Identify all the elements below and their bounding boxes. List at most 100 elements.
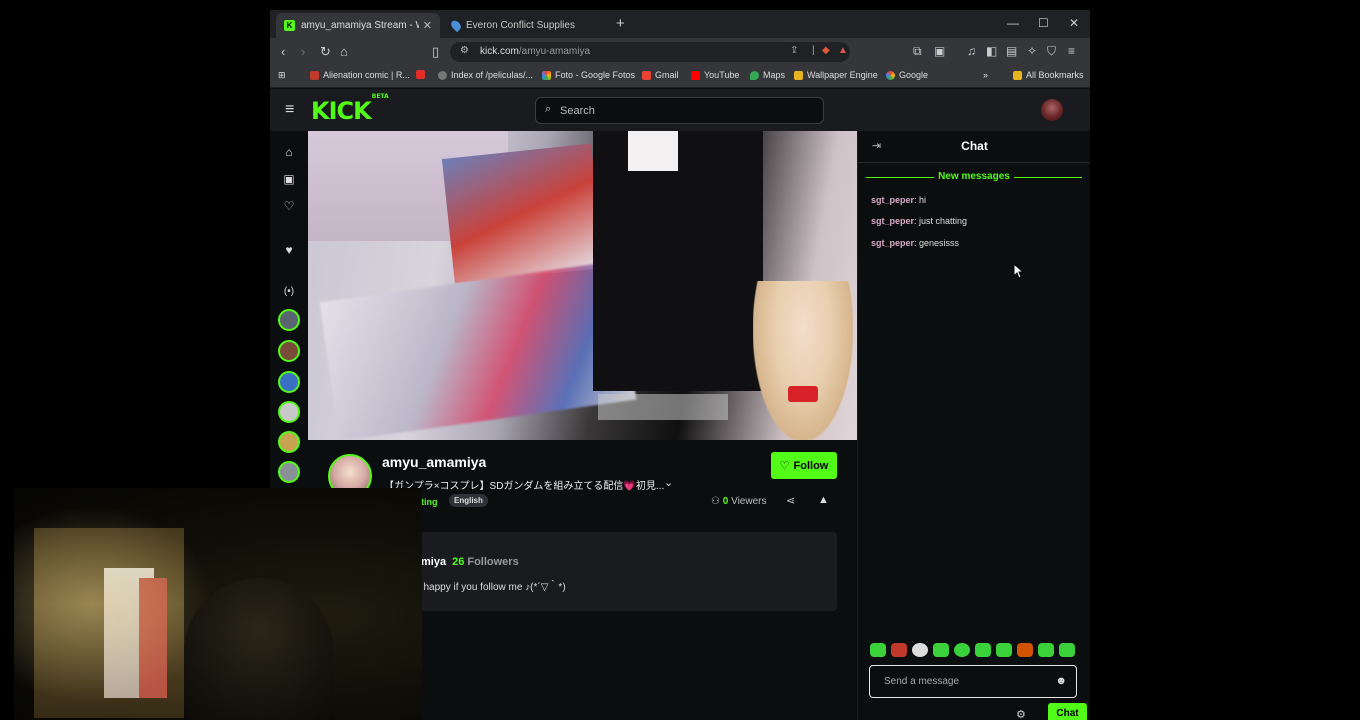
- apps-icon[interactable]: ⊞: [278, 70, 286, 81]
- video-frame-content: [593, 131, 763, 391]
- chat-text: hi: [919, 195, 927, 205]
- chat-settings-icon[interactable]: ⚙: [1016, 708, 1026, 720]
- emote-icon[interactable]: [954, 643, 970, 657]
- chat-message: sgt_peper: just chatting: [871, 216, 968, 226]
- home-icon[interactable]: ⌂: [282, 145, 296, 159]
- tab-kick-stream[interactable]: K amyu_amamiya Stream - Wat ✕: [276, 13, 440, 38]
- home-icon[interactable]: ⌂: [340, 44, 348, 59]
- kick-logo[interactable]: KICKBETA: [311, 93, 389, 125]
- video-frame-content: [319, 260, 637, 440]
- minimize-icon[interactable]: —: [1007, 16, 1019, 30]
- emote-icon[interactable]: [975, 643, 991, 657]
- leo-icon[interactable]: ✧: [1027, 44, 1037, 58]
- emoji-icon[interactable]: ☻: [1055, 675, 1067, 687]
- report-icon[interactable]: ▲: [818, 494, 829, 506]
- bookmark-index-peliculas[interactable]: Index of /peliculas/...: [438, 70, 533, 80]
- emote-icon[interactable]: [1059, 643, 1075, 657]
- reload-icon[interactable]: ↻: [320, 44, 331, 60]
- bookmark-label: All Bookmarks: [1026, 70, 1084, 80]
- folder-icon: [794, 70, 803, 80]
- following-icon[interactable]: ♡: [282, 199, 296, 213]
- address-bar[interactable]: ⚙ kick.com/amyu-amamiya ⇪ | ◆ ▲: [450, 42, 850, 62]
- map-pin-favicon-icon: [449, 18, 463, 33]
- live-broadcast-icon: (•): [283, 286, 295, 297]
- share-page-icon[interactable]: ⇪: [790, 45, 798, 56]
- language-tag[interactable]: English: [449, 494, 488, 507]
- chat-title: Chat: [961, 139, 988, 153]
- channel-name[interactable]: amyu_amamiya: [382, 454, 486, 470]
- site-info-icon[interactable]: ⚙: [460, 45, 469, 56]
- tab-search-icon[interactable]: ▣: [934, 44, 945, 58]
- emote-icon[interactable]: [912, 643, 928, 657]
- bookmark-google-fotos[interactable]: Foto - Google Fotos: [542, 70, 635, 80]
- bookmark-alienation[interactable]: Alienation comic | R...: [310, 70, 410, 80]
- bookmark-gmail[interactable]: Gmail: [642, 70, 679, 80]
- bookmark-maps[interactable]: Maps: [750, 70, 785, 80]
- webcam-person: [184, 578, 334, 720]
- followed-channels-icon[interactable]: ♥: [282, 243, 296, 257]
- bookmark-label: Index of /peliculas/...: [451, 70, 534, 80]
- chat-text: genesisss: [919, 238, 960, 248]
- back-icon[interactable]: ‹: [281, 44, 285, 59]
- bookmark-youtube[interactable]: YouTube: [691, 70, 739, 80]
- heart-icon: ♡: [779, 460, 790, 472]
- rewards-icon[interactable]: ▲: [838, 45, 848, 56]
- tab-strip: K amyu_amamiya Stream - Wat ✕ Everon Con…: [270, 10, 1090, 38]
- bookmark-label: Foto - Google Fotos: [555, 70, 636, 80]
- channel-avatar[interactable]: [278, 309, 300, 331]
- kick-header: ≡ KICKBETA ⌕ Search: [270, 89, 1090, 131]
- emote-icon[interactable]: [933, 643, 949, 657]
- menu-icon[interactable]: ≡: [285, 101, 294, 119]
- emote-icon[interactable]: [891, 643, 907, 657]
- bookmark-wallpaper-engine[interactable]: Wallpaper Engine: [794, 70, 878, 80]
- search-placeholder: Search: [560, 105, 595, 117]
- channel-avatar[interactable]: [278, 461, 300, 483]
- bookmark-youtube-red[interactable]: [416, 70, 425, 79]
- extensions-icon[interactable]: ⧉: [913, 44, 922, 59]
- chat-username[interactable]: sgt_peper: [871, 216, 914, 226]
- emote-icon[interactable]: [1038, 643, 1054, 657]
- channel-avatar[interactable]: [278, 371, 300, 393]
- close-window-icon[interactable]: ✕: [1069, 16, 1079, 30]
- emote-bar: [870, 643, 1080, 659]
- channel-avatar[interactable]: [278, 431, 300, 453]
- brave-shield-icon[interactable]: ◆: [822, 45, 830, 56]
- emote-icon[interactable]: [1017, 643, 1033, 657]
- search-input[interactable]: ⌕ Search: [535, 97, 824, 124]
- send-chat-button[interactable]: Chat: [1048, 703, 1087, 720]
- channel-avatar[interactable]: [278, 340, 300, 362]
- bookmark-label: Gmail: [655, 70, 679, 80]
- bookmark-google[interactable]: Google: [886, 70, 928, 80]
- sidebar-icon[interactable]: ◧: [986, 44, 997, 58]
- new-tab-button[interactable]: +: [616, 15, 625, 32]
- tab-everon[interactable]: Everon Conflict Supplies: [444, 13, 608, 38]
- user-avatar[interactable]: [1041, 99, 1063, 121]
- follow-label: Follow: [793, 459, 829, 472]
- bookmark-label: Alienation comic | R...: [323, 70, 410, 80]
- chat-message-input[interactable]: Send a message ☻: [869, 665, 1077, 698]
- chevron-down-icon[interactable]: ⌄: [664, 476, 673, 489]
- bookmark-label: Wallpaper Engine: [807, 70, 878, 80]
- close-tab-icon[interactable]: ✕: [423, 19, 432, 32]
- chat-username[interactable]: sgt_peper: [871, 238, 914, 248]
- forward-icon[interactable]: ›: [301, 44, 305, 59]
- youtube-icon: [691, 70, 700, 80]
- menu-icon[interactable]: ≡: [1068, 44, 1075, 58]
- chat-username[interactable]: sgt_peper: [871, 195, 914, 205]
- emote-icon[interactable]: [996, 643, 1012, 657]
- wallet-icon[interactable]: ▤: [1006, 44, 1017, 58]
- chat-message: sgt_peper: hi: [871, 195, 927, 205]
- video-player[interactable]: [308, 131, 857, 440]
- emote-icon[interactable]: [870, 643, 886, 657]
- browse-icon[interactable]: ▣: [282, 172, 296, 186]
- media-icon[interactable]: ♫: [967, 44, 976, 58]
- bookmark-page-icon[interactable]: ▯: [432, 44, 439, 60]
- more-bookmarks-icon[interactable]: »: [983, 70, 988, 80]
- maximize-icon[interactable]: ☐: [1038, 16, 1049, 30]
- channel-avatar[interactable]: [278, 401, 300, 423]
- vpn-icon[interactable]: ⛉: [1047, 44, 1056, 59]
- share-icon[interactable]: ⋖: [786, 494, 795, 507]
- all-bookmarks[interactable]: All Bookmarks: [1013, 70, 1084, 80]
- youtube-icon: [416, 70, 425, 79]
- follow-button[interactable]: ♡ Follow: [771, 452, 837, 479]
